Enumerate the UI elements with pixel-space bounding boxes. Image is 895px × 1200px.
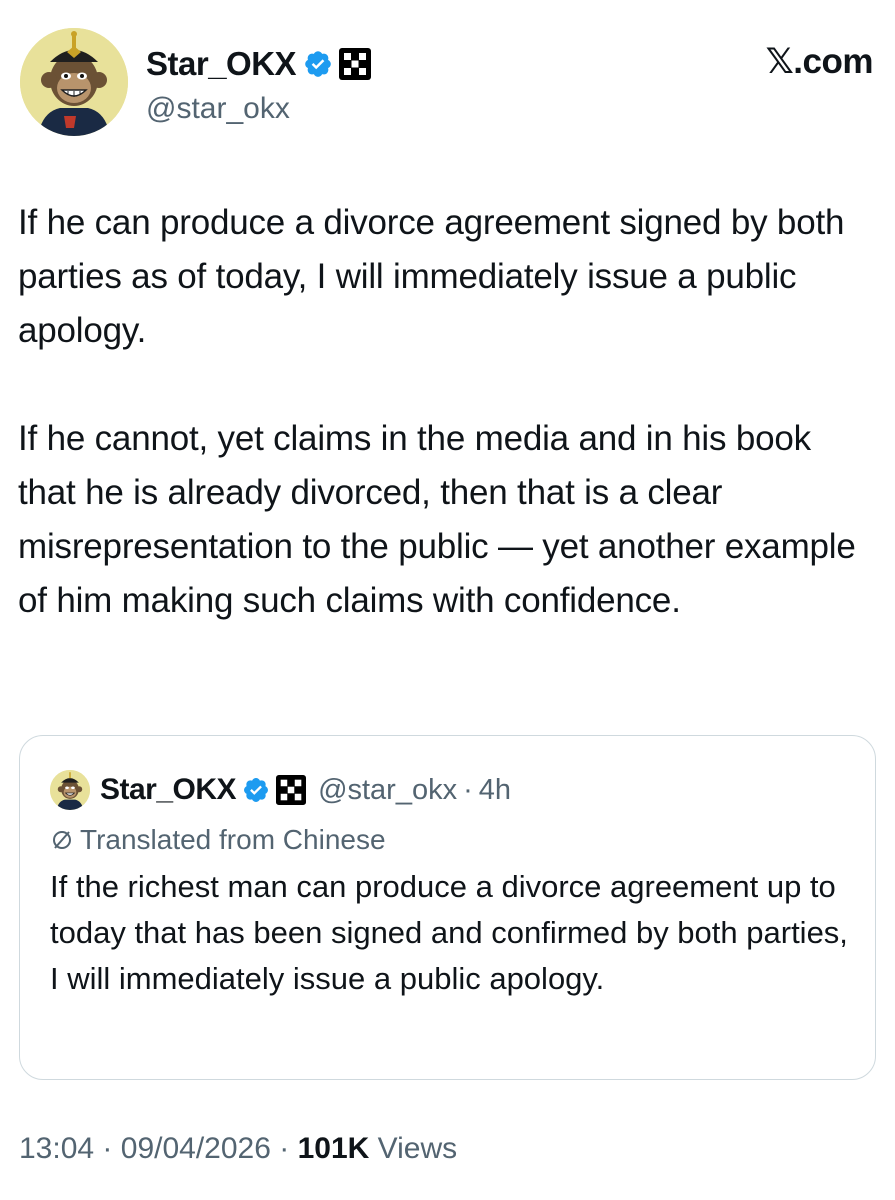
post-time[interactable]: 13:04 xyxy=(19,1132,94,1165)
post-meta: 13:04 · 09/04/2026 · 101K Views xyxy=(19,1132,457,1166)
quoted-author-display-name[interactable]: Star_OKX xyxy=(100,773,237,807)
quoted-author-avatar[interactable] xyxy=(50,770,90,810)
post-body: If he can produce a divorce agreement si… xyxy=(18,196,868,628)
post-header: Star_OKX @star_okx 𝕏.com xyxy=(20,28,875,140)
site-label: 𝕏.com xyxy=(765,42,874,81)
quoted-post-text: If the richest man can produce a divorce… xyxy=(50,869,848,996)
separator-dot: · xyxy=(463,773,473,806)
separator-dot: · xyxy=(279,1132,290,1165)
verified-badge-icon[interactable] xyxy=(242,776,270,804)
okx-logo-icon[interactable] xyxy=(276,775,307,805)
quoted-post-header: Star_OKX @star_okx · 4h xyxy=(50,770,511,810)
author-display-name[interactable]: Star_OKX xyxy=(146,45,297,83)
translated-from-label: Translated from Chinese xyxy=(80,824,386,855)
author-handle[interactable]: @star_okx xyxy=(146,92,290,126)
translation-notice: Translated from Chinese xyxy=(50,822,386,858)
quoted-post-time[interactable]: 4h xyxy=(479,774,511,807)
separator-dot: · xyxy=(102,1132,113,1165)
views-label: Views xyxy=(377,1132,458,1165)
author-avatar[interactable] xyxy=(20,28,128,136)
post-paragraph: If he cannot, yet claims in the media an… xyxy=(18,419,856,620)
okx-logo-icon[interactable] xyxy=(339,48,372,80)
verified-badge-icon[interactable] xyxy=(303,49,333,79)
post-date[interactable]: 09/04/2026 xyxy=(121,1132,271,1165)
author-name-row: Star_OKX xyxy=(146,42,372,86)
translate-icon xyxy=(53,831,71,849)
quoted-author-handle[interactable]: @star_okx xyxy=(318,774,457,807)
post-paragraph: If he can produce a divorce agreement si… xyxy=(18,203,845,350)
quoted-post-card[interactable]: Star_OKX @star_okx · 4h Translated from … xyxy=(19,735,876,1080)
ape-avatar-icon xyxy=(20,28,128,136)
ape-avatar-icon xyxy=(50,770,90,810)
views-count: 101K xyxy=(297,1132,370,1165)
